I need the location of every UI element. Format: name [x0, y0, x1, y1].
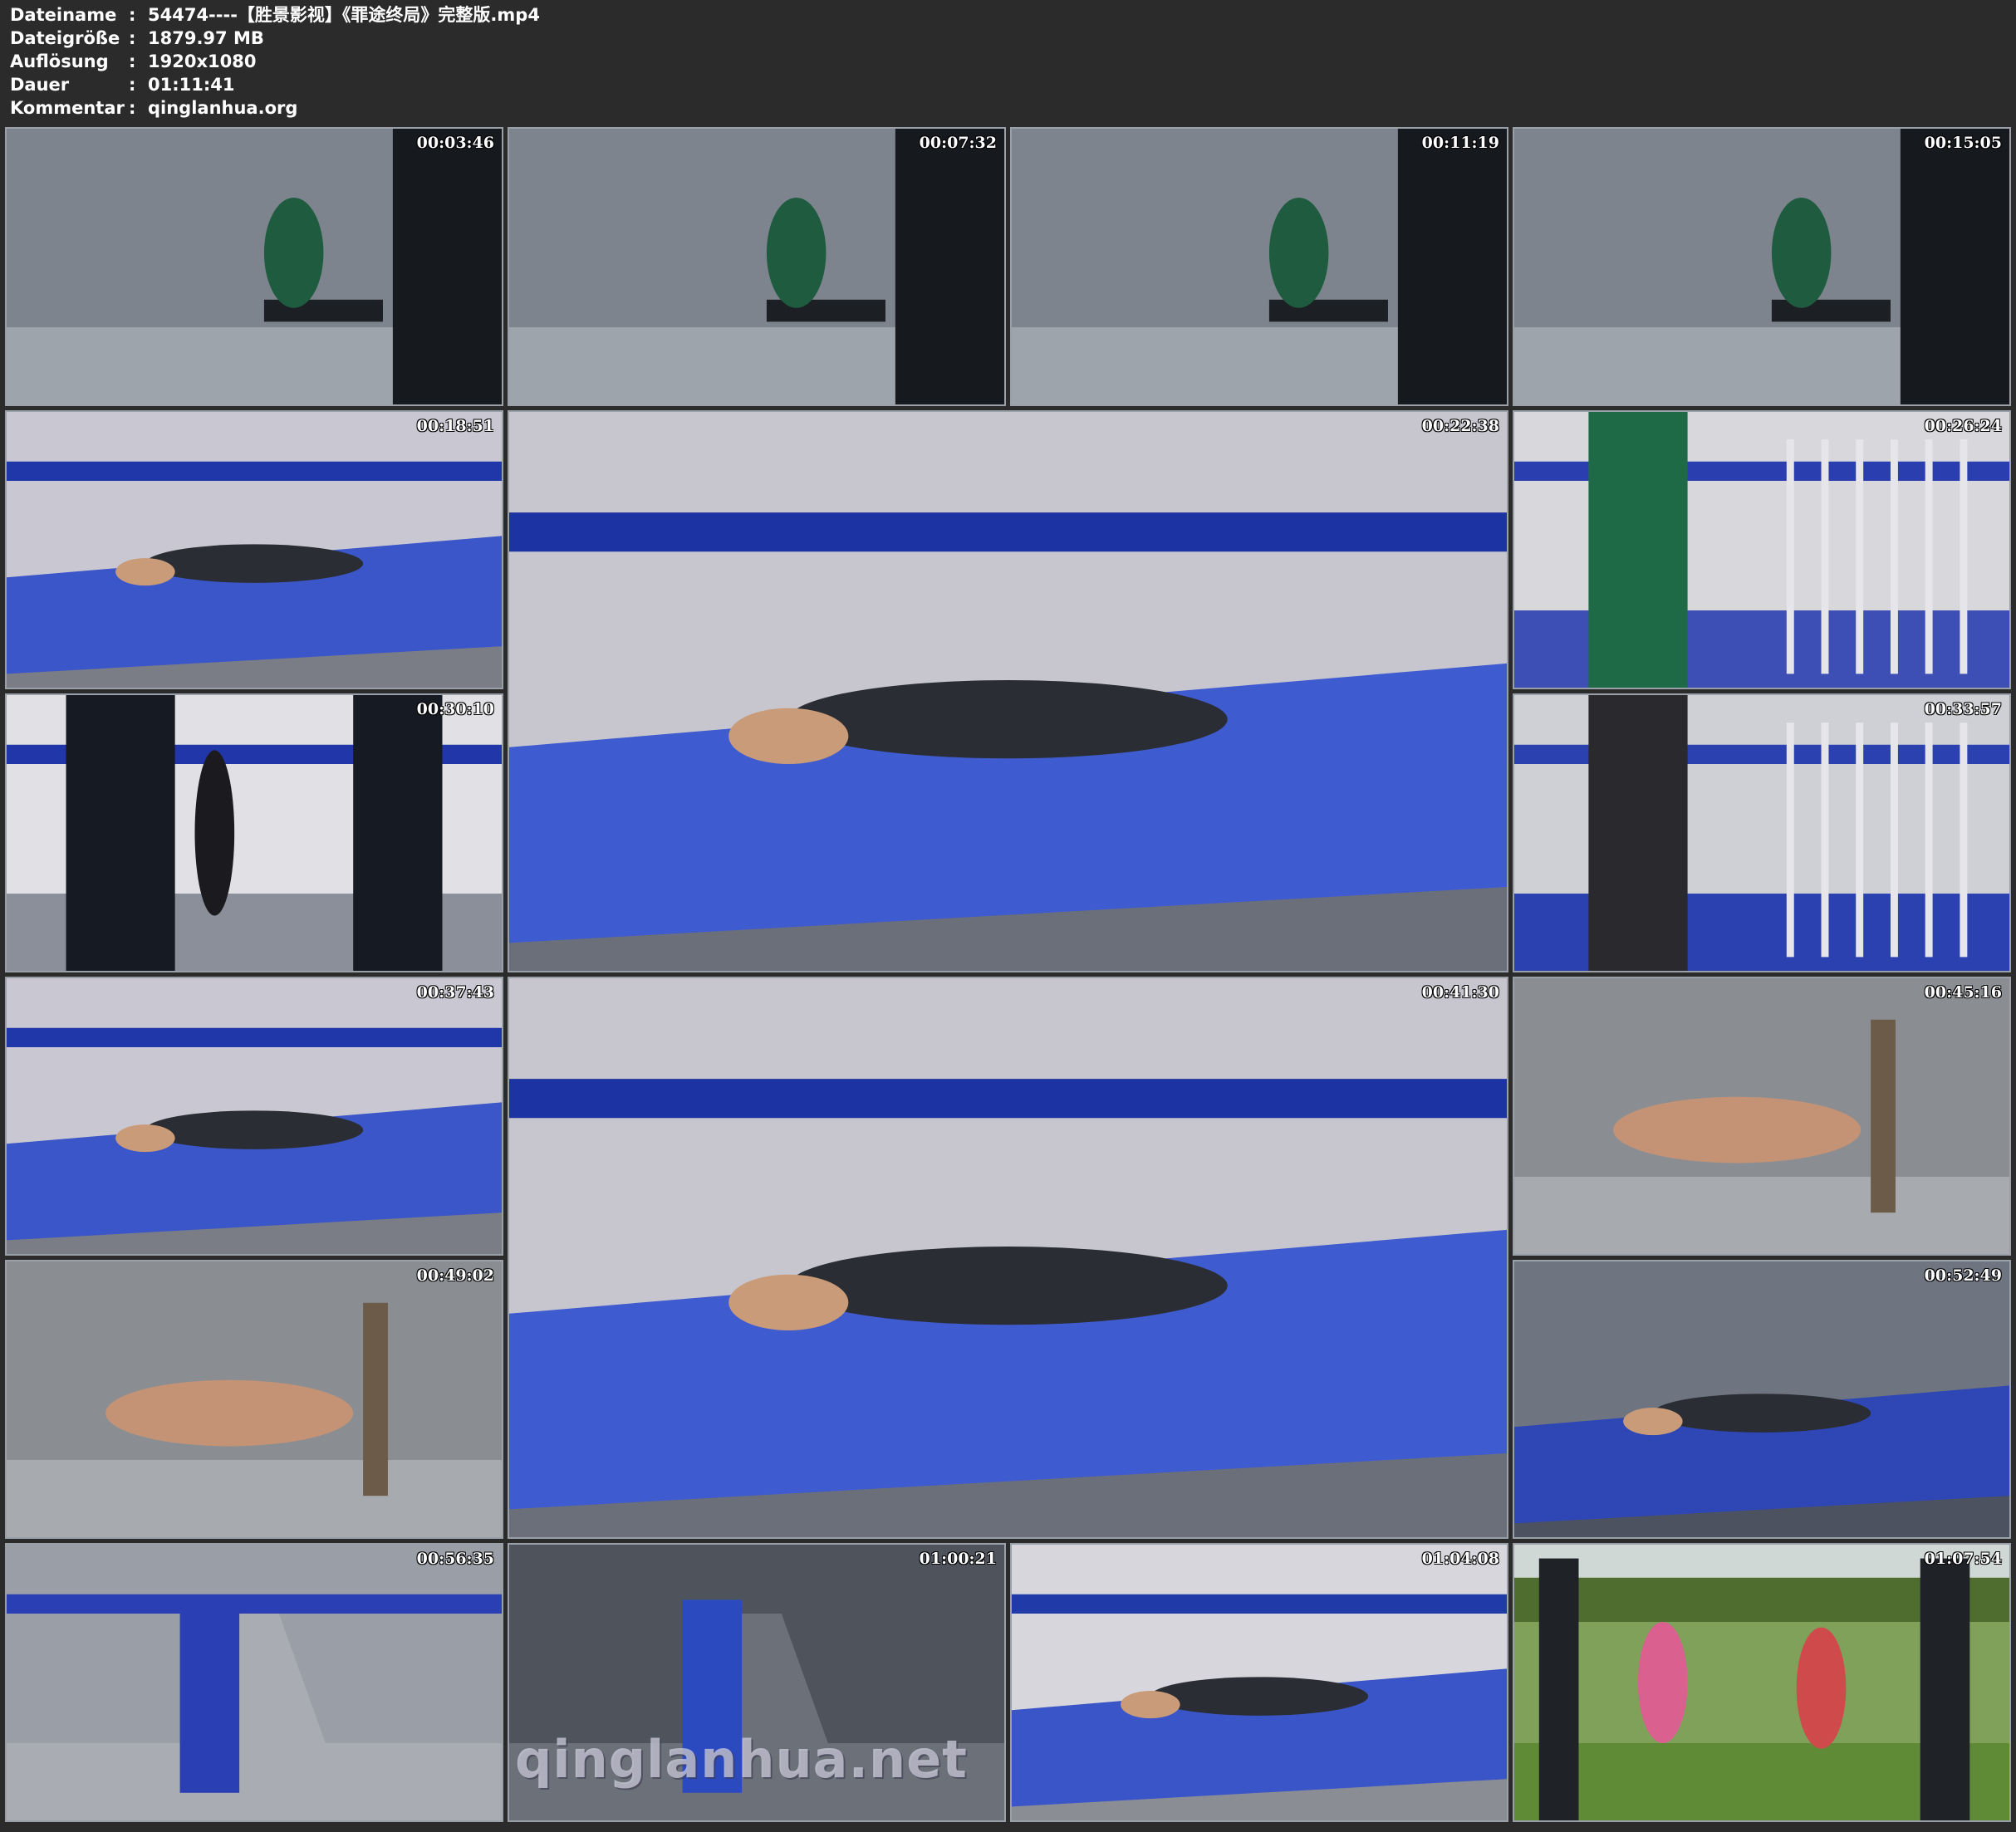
- thumbnail-timestamp: 00:03:46: [416, 134, 494, 152]
- video-thumbnail: 00:41:30: [508, 977, 1508, 1539]
- thumbnail-frame-image: [7, 978, 502, 1254]
- thumbnail-frame-image: [1514, 129, 2009, 404]
- file-info-panel: Dateiname:54474----【胜景影视】《罪途终局》完整版.mp4 Da…: [10, 3, 1007, 125]
- thumbnail-frame-image: [7, 1545, 502, 1820]
- video-thumbnail: 00:45:16: [1513, 977, 2011, 1256]
- thumbnail-frame-image: [1514, 1545, 2009, 1820]
- video-thumbnail: 00:33:57: [1513, 693, 2011, 972]
- watermark-text: qinglanhua.net: [515, 1729, 968, 1790]
- contact-sheet: Dateiname:54474----【胜景影视】《罪途终局》完整版.mp4 Da…: [0, 0, 2016, 1832]
- meta-separator: :: [129, 5, 136, 25]
- video-thumbnail: 00:22:38: [508, 410, 1508, 972]
- thumbnail-timestamp: 00:11:19: [1421, 134, 1499, 152]
- thumbnail-timestamp: 00:26:24: [1924, 417, 2002, 435]
- meta-key: Dateiname: [10, 5, 117, 25]
- video-thumbnail: 01:04:08: [1010, 1543, 1508, 1822]
- thumbnail-timestamp: 00:22:38: [1421, 417, 1499, 435]
- meta-key: Dateigröße: [10, 28, 120, 48]
- thumbnail-timestamp: 00:15:05: [1924, 134, 2002, 152]
- meta-key: Auflösung: [10, 51, 109, 71]
- thumbnail-timestamp: 00:30:10: [416, 700, 494, 718]
- thumbnail-frame-image: [1012, 129, 1507, 404]
- video-thumbnail: 00:37:43: [5, 977, 503, 1256]
- thumbnail-frame-image: [1514, 412, 2009, 688]
- video-thumbnail: 00:15:05: [1513, 127, 2011, 406]
- thumbnail-frame-image: [1514, 978, 2009, 1254]
- thumbnail-timestamp: 00:33:57: [1924, 700, 2002, 718]
- video-thumbnail: 00:18:51: [5, 410, 503, 689]
- meta-key: Dauer: [10, 75, 70, 95]
- thumbnail-frame-image: [509, 412, 1507, 971]
- thumbnail-frame-image: [1514, 695, 2009, 971]
- thumbnail-frame-image: [7, 129, 502, 404]
- thumbnail-frame-image: [7, 695, 502, 971]
- meta-separator: :: [129, 98, 136, 118]
- thumbnail-timestamp: 01:04:08: [1421, 1550, 1499, 1568]
- meta-key: Kommentar: [10, 98, 125, 118]
- meta-value: 01:11:41: [148, 75, 235, 95]
- meta-value: qinglanhua.org: [148, 98, 298, 118]
- video-thumbnail: 00:56:35: [5, 1543, 503, 1822]
- thumbnail-timestamp: 00:37:43: [416, 983, 494, 1002]
- thumbnail-timestamp: 00:41:30: [1421, 983, 1499, 1002]
- video-thumbnail: 00:52:49: [1513, 1260, 2011, 1539]
- thumbnail-timestamp: 00:07:32: [919, 134, 997, 152]
- video-thumbnail: 00:07:32: [508, 127, 1006, 406]
- thumbnail-frame-image: [509, 129, 1004, 404]
- video-thumbnail: 00:11:19: [1010, 127, 1508, 406]
- video-thumbnail: 00:03:46: [5, 127, 503, 406]
- meta-separator: :: [129, 28, 136, 48]
- meta-separator: :: [129, 51, 136, 71]
- meta-value: 1879.97 MB: [148, 28, 264, 48]
- video-thumbnail: 01:07:54: [1513, 1543, 2011, 1822]
- thumbnail-timestamp: 01:07:54: [1924, 1550, 2002, 1568]
- meta-value: 54474----【胜景影视】《罪途终局》完整版.mp4: [148, 5, 540, 25]
- thumbnail-frame-image: [1012, 1545, 1507, 1820]
- thumbnail-timestamp: 00:56:35: [416, 1550, 494, 1568]
- video-thumbnail: 00:26:24: [1513, 410, 2011, 689]
- thumbnail-frame-image: [7, 412, 502, 688]
- thumbnail-frame-image: [7, 1261, 502, 1537]
- thumbnail-timestamp: 00:18:51: [416, 417, 494, 435]
- thumbnail-frame-image: [509, 978, 1507, 1537]
- meta-separator: :: [129, 75, 136, 95]
- video-thumbnail: 00:30:10: [5, 693, 503, 972]
- thumbnail-timestamp: 00:45:16: [1924, 983, 2002, 1002]
- video-thumbnail: 00:49:02: [5, 1260, 503, 1539]
- thumbnail-frame-image: [1514, 1261, 2009, 1537]
- thumbnail-timestamp: 01:00:21: [919, 1550, 997, 1568]
- meta-value: 1920x1080: [148, 51, 257, 71]
- thumbnail-timestamp: 00:49:02: [416, 1266, 494, 1285]
- thumbnail-timestamp: 00:52:49: [1924, 1266, 2002, 1285]
